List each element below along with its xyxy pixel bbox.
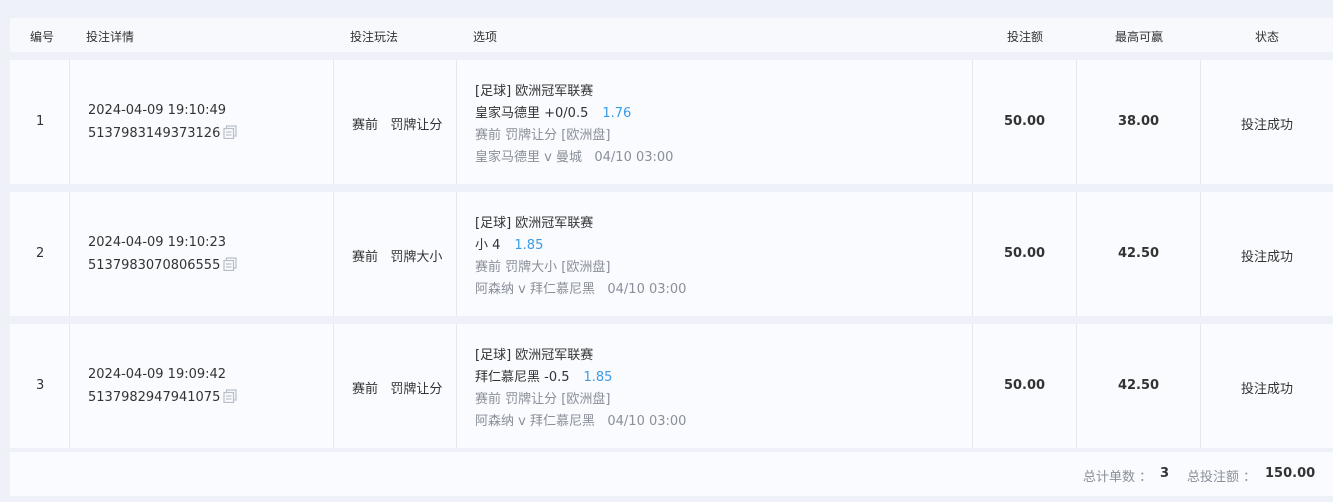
order-id-text: 5137982947941075 xyxy=(88,390,221,405)
match: 阿森纳 v 拜仁慕尼黑 xyxy=(475,282,595,297)
row-no: 1 xyxy=(36,114,45,129)
league: [足球] 欧洲冠军联赛 xyxy=(475,84,594,99)
pick-text: 皇家马德里 +0/0.5 xyxy=(475,106,589,121)
order-id-text: 5137983070806555 xyxy=(88,258,221,273)
play-stage: 赛前 xyxy=(352,118,379,133)
row-no: 2 xyxy=(36,246,45,261)
status: 投注成功 xyxy=(1240,382,1293,397)
copy-icon[interactable] xyxy=(223,125,237,139)
match: 阿森纳 v 拜仁慕尼黑 xyxy=(475,414,595,429)
play-type: 赛前 罚牌大小 xyxy=(352,246,442,265)
pick: 拜仁慕尼黑 -0.5 1.85 xyxy=(475,366,612,385)
league: [足球] 欧洲冠军联赛 xyxy=(475,348,594,363)
table-row: 2 2024-04-09 19:10:23 5137983070806555 赛… xyxy=(10,192,1333,316)
copy-icon[interactable] xyxy=(223,389,237,403)
bet-amount: 50.00 xyxy=(1003,246,1046,261)
match-info: 皇家马德里 v 曼城 04/10 03:00 xyxy=(475,146,673,165)
odds: 1.85 xyxy=(583,370,613,385)
max-win: 42.50 xyxy=(1117,246,1160,261)
status: 投注成功 xyxy=(1240,118,1293,133)
bet-records-page: 编号 投注详情 投注玩法 选项 投注额 最高可赢 状态 1 2024-04-09… xyxy=(0,0,1333,502)
copy-icon[interactable] xyxy=(223,257,237,271)
header-amount: 投注额 xyxy=(1007,30,1044,44)
total-count-label: 总计单数 ： xyxy=(1083,470,1153,485)
market: 赛前 罚牌大小 [欧洲盘] xyxy=(475,260,611,275)
row-no: 3 xyxy=(36,378,45,393)
order-id: 5137982947941075 xyxy=(88,389,237,405)
order-id: 5137983070806555 xyxy=(88,257,237,273)
play-stage: 赛前 xyxy=(352,382,379,397)
league: [足球] 欧洲冠军联赛 xyxy=(475,216,594,231)
match-time: 04/10 03:00 xyxy=(594,150,674,165)
order-id-text: 5137983149373126 xyxy=(88,126,221,141)
header-no: 编号 xyxy=(30,30,55,44)
match-time: 04/10 03:00 xyxy=(607,282,687,297)
total-amount-label: 总投注额 ： xyxy=(1187,470,1257,485)
match: 皇家马德里 v 曼城 xyxy=(475,150,582,165)
max-win: 42.50 xyxy=(1117,378,1160,393)
status: 投注成功 xyxy=(1240,250,1293,265)
play-type: 赛前 罚牌让分 xyxy=(352,114,442,133)
odds: 1.85 xyxy=(514,238,544,253)
table-header: 编号 投注详情 投注玩法 选项 投注额 最高可赢 状态 xyxy=(10,18,1333,52)
table-row: 1 2024-04-09 19:10:49 5137983149373126 赛… xyxy=(10,60,1333,184)
pick: 小 4 1.85 xyxy=(475,234,543,253)
match-info: 阿森纳 v 拜仁慕尼黑 04/10 03:00 xyxy=(475,410,686,429)
play-stage: 赛前 xyxy=(352,250,379,265)
bet-time: 2024-04-09 19:10:23 xyxy=(88,235,227,250)
pick-text: 拜仁慕尼黑 -0.5 xyxy=(475,370,570,385)
pick: 皇家马德里 +0/0.5 1.76 xyxy=(475,102,631,121)
play-type-name: 罚牌让分 xyxy=(390,382,443,397)
bet-time: 2024-04-09 19:10:49 xyxy=(88,103,227,118)
max-win: 38.00 xyxy=(1117,114,1160,129)
table-row: 3 2024-04-09 19:09:42 5137982947941075 赛… xyxy=(10,324,1333,448)
match-time: 04/10 03:00 xyxy=(607,414,687,429)
total-amount-value: 150.00 xyxy=(1265,466,1316,481)
market: 赛前 罚牌让分 [欧洲盘] xyxy=(475,392,611,407)
odds: 1.76 xyxy=(602,106,632,121)
play-type-name: 罚牌让分 xyxy=(390,118,443,133)
match-info: 阿森纳 v 拜仁慕尼黑 04/10 03:00 xyxy=(475,278,686,297)
order-id: 5137983149373126 xyxy=(88,125,237,141)
header-play: 投注玩法 xyxy=(350,30,399,44)
total-count-value: 3 xyxy=(1160,466,1170,481)
pick-text: 小 4 xyxy=(475,238,501,253)
header-detail: 投注详情 xyxy=(86,30,135,44)
bet-amount: 50.00 xyxy=(1003,114,1046,129)
play-type: 赛前 罚牌让分 xyxy=(352,378,442,397)
bet-time: 2024-04-09 19:09:42 xyxy=(88,367,227,382)
totals-footer: 总计单数 ： 3 总投注额 ： 150.00 xyxy=(10,452,1333,496)
play-type-name: 罚牌大小 xyxy=(390,250,443,265)
market: 赛前 罚牌让分 [欧洲盘] xyxy=(475,128,611,143)
header-max-win: 最高可赢 xyxy=(1115,30,1164,44)
header-option: 选项 xyxy=(473,30,498,44)
bet-amount: 50.00 xyxy=(1003,378,1046,393)
header-status: 状态 xyxy=(1255,30,1280,44)
